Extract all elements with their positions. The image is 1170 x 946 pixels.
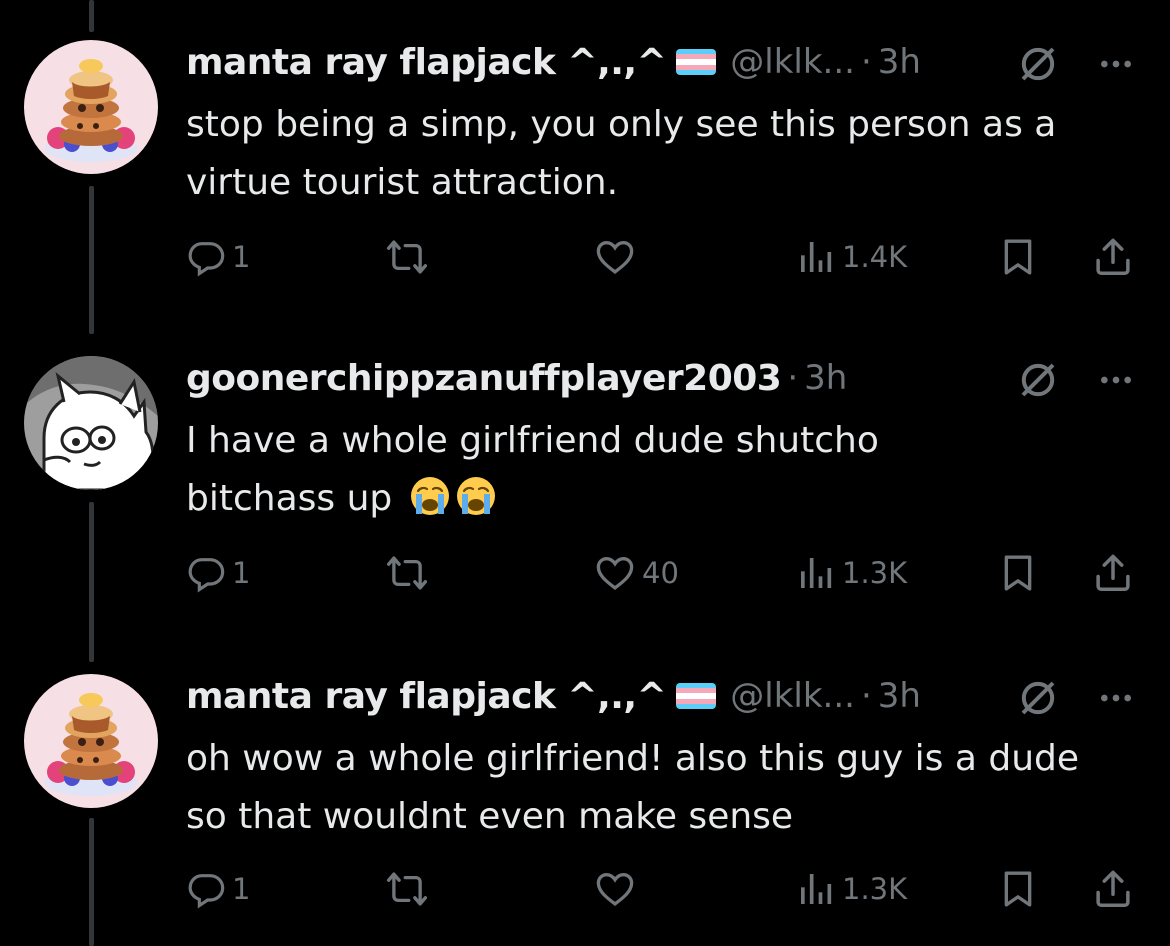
- reply-icon: [186, 553, 226, 593]
- view-count: 1.4K: [842, 240, 908, 274]
- views-icon: [796, 237, 836, 277]
- tweet-text: oh wow a whole girlfriend! also this guy…: [186, 738, 1080, 837]
- separator: ·: [860, 42, 872, 82]
- flag-stripe: [676, 69, 717, 75]
- share-icon: [1092, 552, 1134, 594]
- handle[interactable]: @lklk...: [730, 42, 855, 82]
- bookmark-icon: [998, 237, 1038, 277]
- reply-button[interactable]: 1: [186, 548, 250, 598]
- view-count: 1.3K: [842, 872, 908, 906]
- cat-avatar-icon: [24, 356, 158, 490]
- action-bar: 1 1.4K: [0, 232, 1170, 282]
- reply-count: 1: [232, 240, 251, 274]
- share-button[interactable]: [1092, 548, 1134, 598]
- like-icon: [594, 868, 636, 910]
- trans-flag-icon: [676, 49, 717, 75]
- retweet-button[interactable]: [386, 232, 428, 282]
- share-button[interactable]: [1092, 232, 1134, 282]
- views-button[interactable]: 1.3K: [796, 548, 907, 598]
- more-icon[interactable]: [1094, 360, 1138, 400]
- retweet-button[interactable]: [386, 864, 428, 914]
- like-button[interactable]: 40: [594, 548, 679, 598]
- views-button[interactable]: 1.3K: [796, 864, 907, 914]
- display-name[interactable]: manta ray flapjack ^,.,^: [186, 676, 667, 717]
- action-bar: 1 1.3K: [0, 864, 1170, 914]
- bookmark-icon: [998, 869, 1038, 909]
- bookmark-button[interactable]: [998, 232, 1038, 282]
- views-button[interactable]: 1.4K: [796, 232, 907, 282]
- like-count: 40: [642, 556, 679, 590]
- timestamp[interactable]: 3h: [878, 42, 921, 82]
- bookmark-button[interactable]: [998, 548, 1038, 598]
- reply-icon: [186, 869, 226, 909]
- like-button[interactable]: [594, 232, 636, 282]
- like-icon: [594, 236, 636, 278]
- timestamp[interactable]: 3h: [878, 676, 921, 716]
- like-icon: [594, 552, 636, 594]
- avatar[interactable]: [24, 40, 158, 174]
- retweet-icon: [386, 236, 428, 278]
- views-icon: [796, 553, 836, 593]
- tweet-header: manta ray flapjack ^,.,^ @lklk... · 3h: [186, 32, 921, 92]
- reply-count: 1: [232, 872, 251, 906]
- share-icon: [1092, 236, 1134, 278]
- more-icon[interactable]: [1094, 678, 1138, 718]
- view-count: 1.3K: [842, 556, 908, 590]
- share-button[interactable]: [1092, 864, 1134, 914]
- handle[interactable]: @lklk...: [730, 676, 855, 716]
- bookmark-icon: [998, 553, 1038, 593]
- retweet-icon: [386, 552, 428, 594]
- grok-icon[interactable]: [1018, 678, 1058, 718]
- tweet-text: I have a whole girlfriend dude shutcho b…: [186, 420, 879, 519]
- trans-flag-icon: [676, 683, 717, 709]
- tweet-body: I have a whole girlfriend dude shutcho b…: [186, 412, 966, 528]
- separator: ·: [787, 358, 799, 398]
- retweet-button[interactable]: [386, 548, 428, 598]
- tweet-text: stop being a simp, you only see this per…: [186, 104, 1057, 203]
- display-name[interactable]: manta ray flapjack ^,.,^: [186, 42, 667, 83]
- pancake-avatar-icon: [24, 40, 158, 174]
- retweet-icon: [386, 868, 428, 910]
- pancake-avatar-icon: [24, 674, 158, 808]
- grok-icon[interactable]: [1018, 360, 1058, 400]
- views-icon: [796, 869, 836, 909]
- avatar[interactable]: [24, 356, 158, 490]
- like-button[interactable]: [594, 864, 636, 914]
- reply-icon: [186, 237, 226, 277]
- loudly-crying-face-icon: [456, 476, 496, 516]
- flag-stripe: [676, 703, 717, 709]
- reply-count: 1: [232, 556, 251, 590]
- avatar[interactable]: [24, 674, 158, 808]
- tweet-header: goonerchippzanuffplayer2003 · 3h: [186, 348, 847, 408]
- display-name[interactable]: goonerchippzanuffplayer2003: [186, 358, 782, 399]
- reply-button[interactable]: 1: [186, 232, 250, 282]
- loudly-crying-face-icon: [410, 476, 450, 516]
- reply-button[interactable]: 1: [186, 864, 250, 914]
- action-bar: 1 40 1.3K: [0, 548, 1170, 598]
- bookmark-button[interactable]: [998, 864, 1038, 914]
- separator: ·: [860, 676, 872, 716]
- grok-icon[interactable]: [1018, 44, 1058, 84]
- timestamp[interactable]: 3h: [804, 358, 847, 398]
- share-icon: [1092, 868, 1134, 910]
- thread-line-top: [89, 0, 94, 32]
- more-icon[interactable]: [1094, 44, 1138, 84]
- tweet-header: manta ray flapjack ^,.,^ @lklk... · 3h: [186, 666, 921, 726]
